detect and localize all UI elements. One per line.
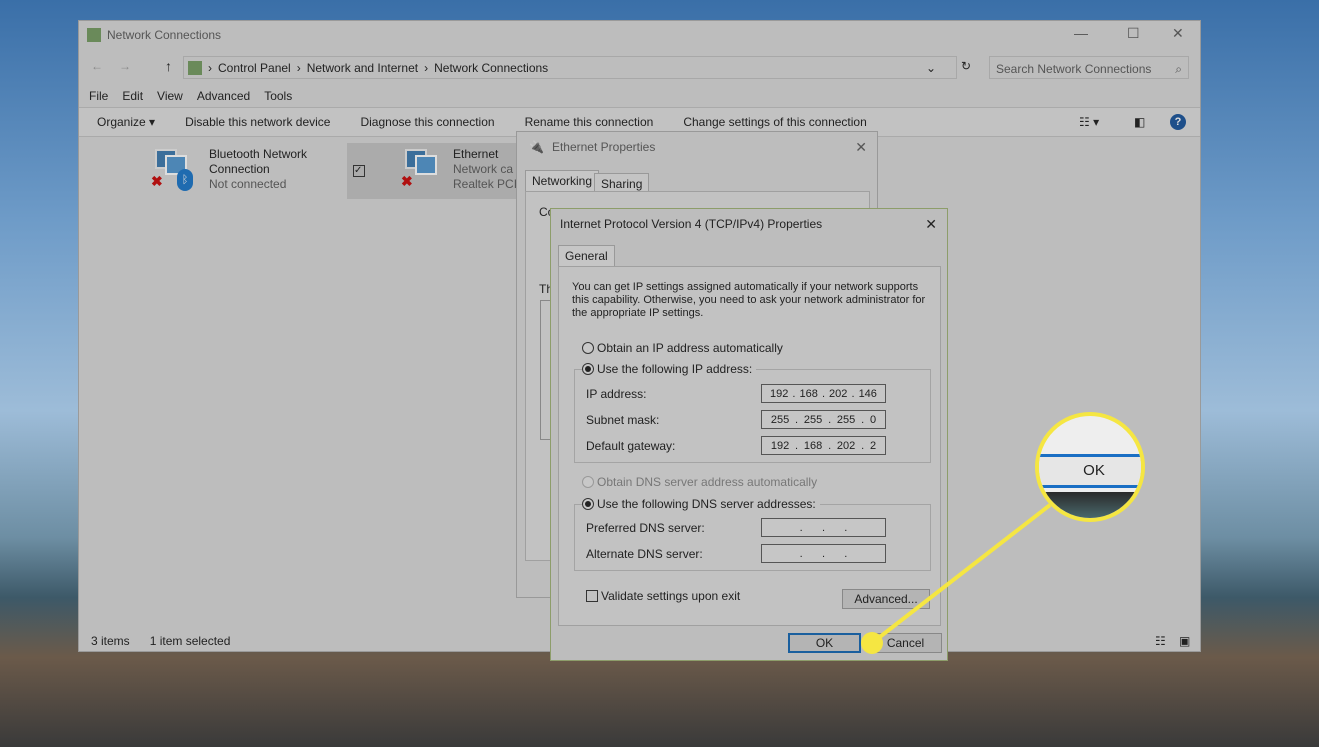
ok-magnifier-callout: OK <box>1035 412 1145 522</box>
callout-line <box>861 503 1052 654</box>
magnified-ok-label: OK <box>1039 454 1141 488</box>
callout-dot <box>861 632 883 654</box>
